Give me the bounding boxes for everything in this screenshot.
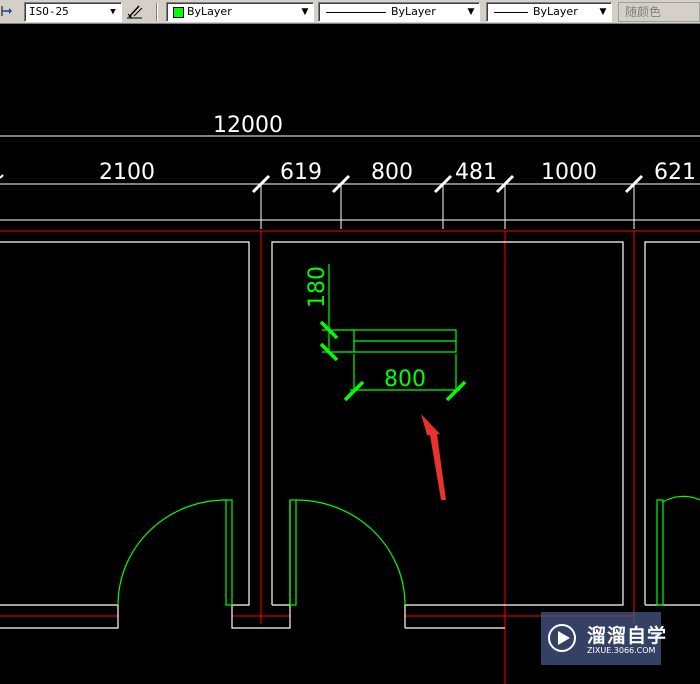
linetype-value: ByLayer xyxy=(391,5,436,18)
segment-dimension-text: 1000 xyxy=(541,160,597,185)
wall-outline xyxy=(0,241,291,629)
chevron-down-icon[interactable]: ▼ xyxy=(300,3,310,21)
door-leaf xyxy=(225,499,233,606)
color-dropdown[interactable]: ByLayer ▼ xyxy=(166,2,314,22)
block-height-dimension-text: 180 xyxy=(305,266,330,308)
segment-dimension-text: 2100 xyxy=(99,160,155,185)
color-swatch-icon xyxy=(173,7,184,18)
door-leaf xyxy=(289,499,297,606)
door-swing-arc xyxy=(295,499,406,606)
segment-dimension-text: 481 xyxy=(455,160,497,185)
watermark-domain: ZIXUE.3066.COM xyxy=(587,646,656,655)
color-value: ByLayer xyxy=(187,5,232,18)
segment-dimension-text: 619 xyxy=(280,160,322,185)
linetype-sample xyxy=(326,12,386,13)
toolbar-separator xyxy=(156,3,158,21)
linetype-dropdown[interactable]: ByLayer ▼ xyxy=(318,2,480,22)
dimstyle-dropdown[interactable]: ISO-25 ▼ xyxy=(24,2,122,22)
properties-toolbar: ISO-25 ▼ ByLayer ▼ ByLayer ▼ ByLayer ▼ 随… xyxy=(0,0,700,24)
lineweight-sample xyxy=(494,12,528,13)
segment-dimension-text: 800 xyxy=(371,160,413,185)
dimension-tick xyxy=(0,174,4,179)
wall-outline xyxy=(644,241,700,605)
dimension-style-icon[interactable] xyxy=(0,3,12,19)
chevron-down-icon[interactable]: ▼ xyxy=(598,3,608,21)
door-swing-arc xyxy=(117,499,227,606)
chevron-down-icon[interactable]: ▼ xyxy=(466,3,476,21)
dimension-style-manager-icon[interactable] xyxy=(125,3,145,21)
dimstyle-value: ISO-25 xyxy=(29,5,69,18)
chevron-down-icon[interactable]: ▼ xyxy=(108,3,118,21)
lineweight-dropdown[interactable]: ByLayer ▼ xyxy=(486,2,612,22)
plotstyle-value: 随颜色 xyxy=(625,5,662,19)
door-swing-arc xyxy=(662,495,700,503)
plotstyle-dropdown[interactable]: 随颜色 xyxy=(618,2,700,22)
block-width-dimension-text: 800 xyxy=(384,367,426,392)
door-leaf xyxy=(656,499,664,606)
overall-dimension-text: 12000 xyxy=(213,113,283,138)
watermark-badge: 溜溜自学 ZIXUE.3066.COM xyxy=(541,612,666,665)
drawing-canvas[interactable]: 12000 2100 619 800 481 1000 621 180 800 xyxy=(0,24,700,684)
lineweight-value: ByLayer xyxy=(533,5,578,18)
segment-dimension-text: 621 xyxy=(654,160,696,185)
annotation-arrow-icon xyxy=(421,414,446,500)
play-logo-icon xyxy=(548,624,576,652)
watermark-brand: 溜溜自学 xyxy=(587,625,668,647)
